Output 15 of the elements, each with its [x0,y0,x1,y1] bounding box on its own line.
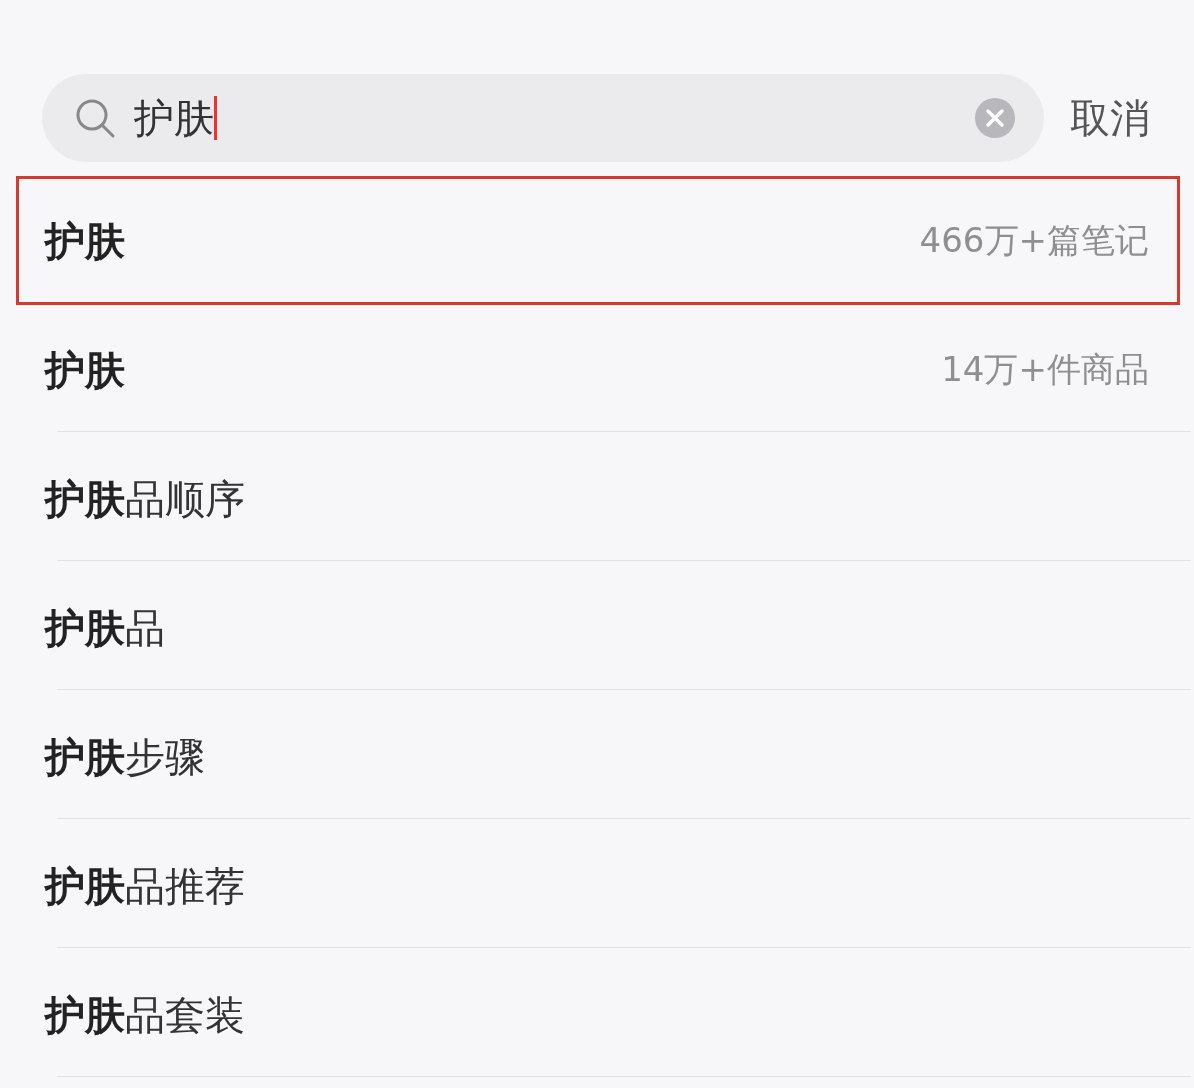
cancel-button[interactable]: 取消 [1070,88,1150,148]
search-icon [74,97,116,139]
suggestion-text: 护肤品套装 [45,990,245,1040]
result-count: 466万+篇笔记 [919,219,1149,262]
text-cursor [214,96,217,140]
suggestion-item[interactable]: 护肤 466万+篇笔记 [16,176,1180,305]
clear-button[interactable] [974,97,1016,139]
suggestion-text: 护肤步骤 [45,732,205,782]
suggestion-text: 护肤品 [45,603,165,653]
suggestion-text: 护肤品顺序 [45,474,245,524]
suggestion-text: 护肤 [45,216,125,266]
suggestion-text: 护肤品推荐 [45,861,245,911]
suggestion-text: 护肤 [45,345,125,395]
result-count: 14万+件商品 [941,348,1149,391]
search-field[interactable]: 护肤 [42,74,1044,162]
